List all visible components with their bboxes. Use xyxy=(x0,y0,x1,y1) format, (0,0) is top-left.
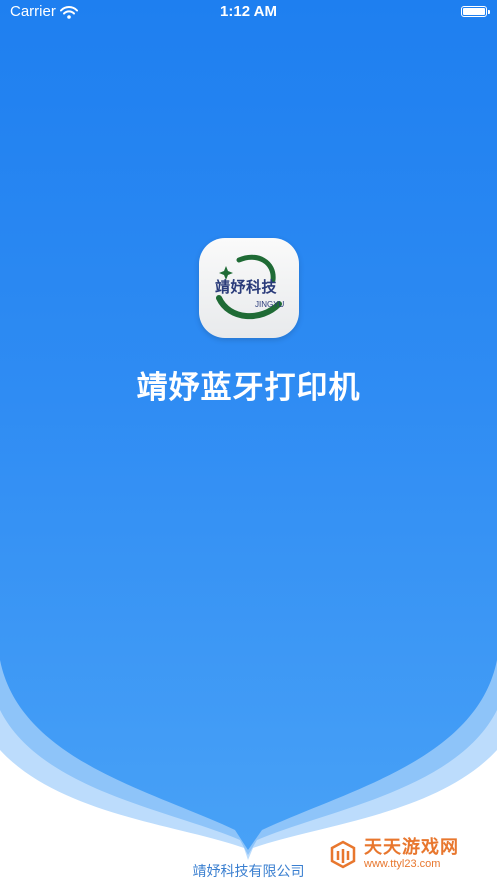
watermark-title: 天天游戏网 xyxy=(364,836,459,858)
app-logo: 靖妤科技 JINGYU xyxy=(199,238,299,338)
app-title: 靖妤蓝牙打印机 xyxy=(136,370,361,406)
logo-text-en: JINGYU xyxy=(255,300,285,309)
watermark: 天天游戏网 www.ttyl23.com xyxy=(328,835,459,873)
splash-screen: Carrier 1:12 AM 靖妤科技 JINGYU 靖妤蓝牙打印机 靖妤科技… xyxy=(0,0,497,883)
status-bar: Carrier 1:12 AM xyxy=(0,0,497,26)
battery-icon xyxy=(461,6,490,17)
watermark-logo-icon xyxy=(330,840,356,869)
status-time: 1:12 AM xyxy=(220,3,277,20)
logo-text-cn: 靖妤科技 xyxy=(215,278,278,296)
watermark-url: www.ttyl23.com xyxy=(364,857,441,870)
